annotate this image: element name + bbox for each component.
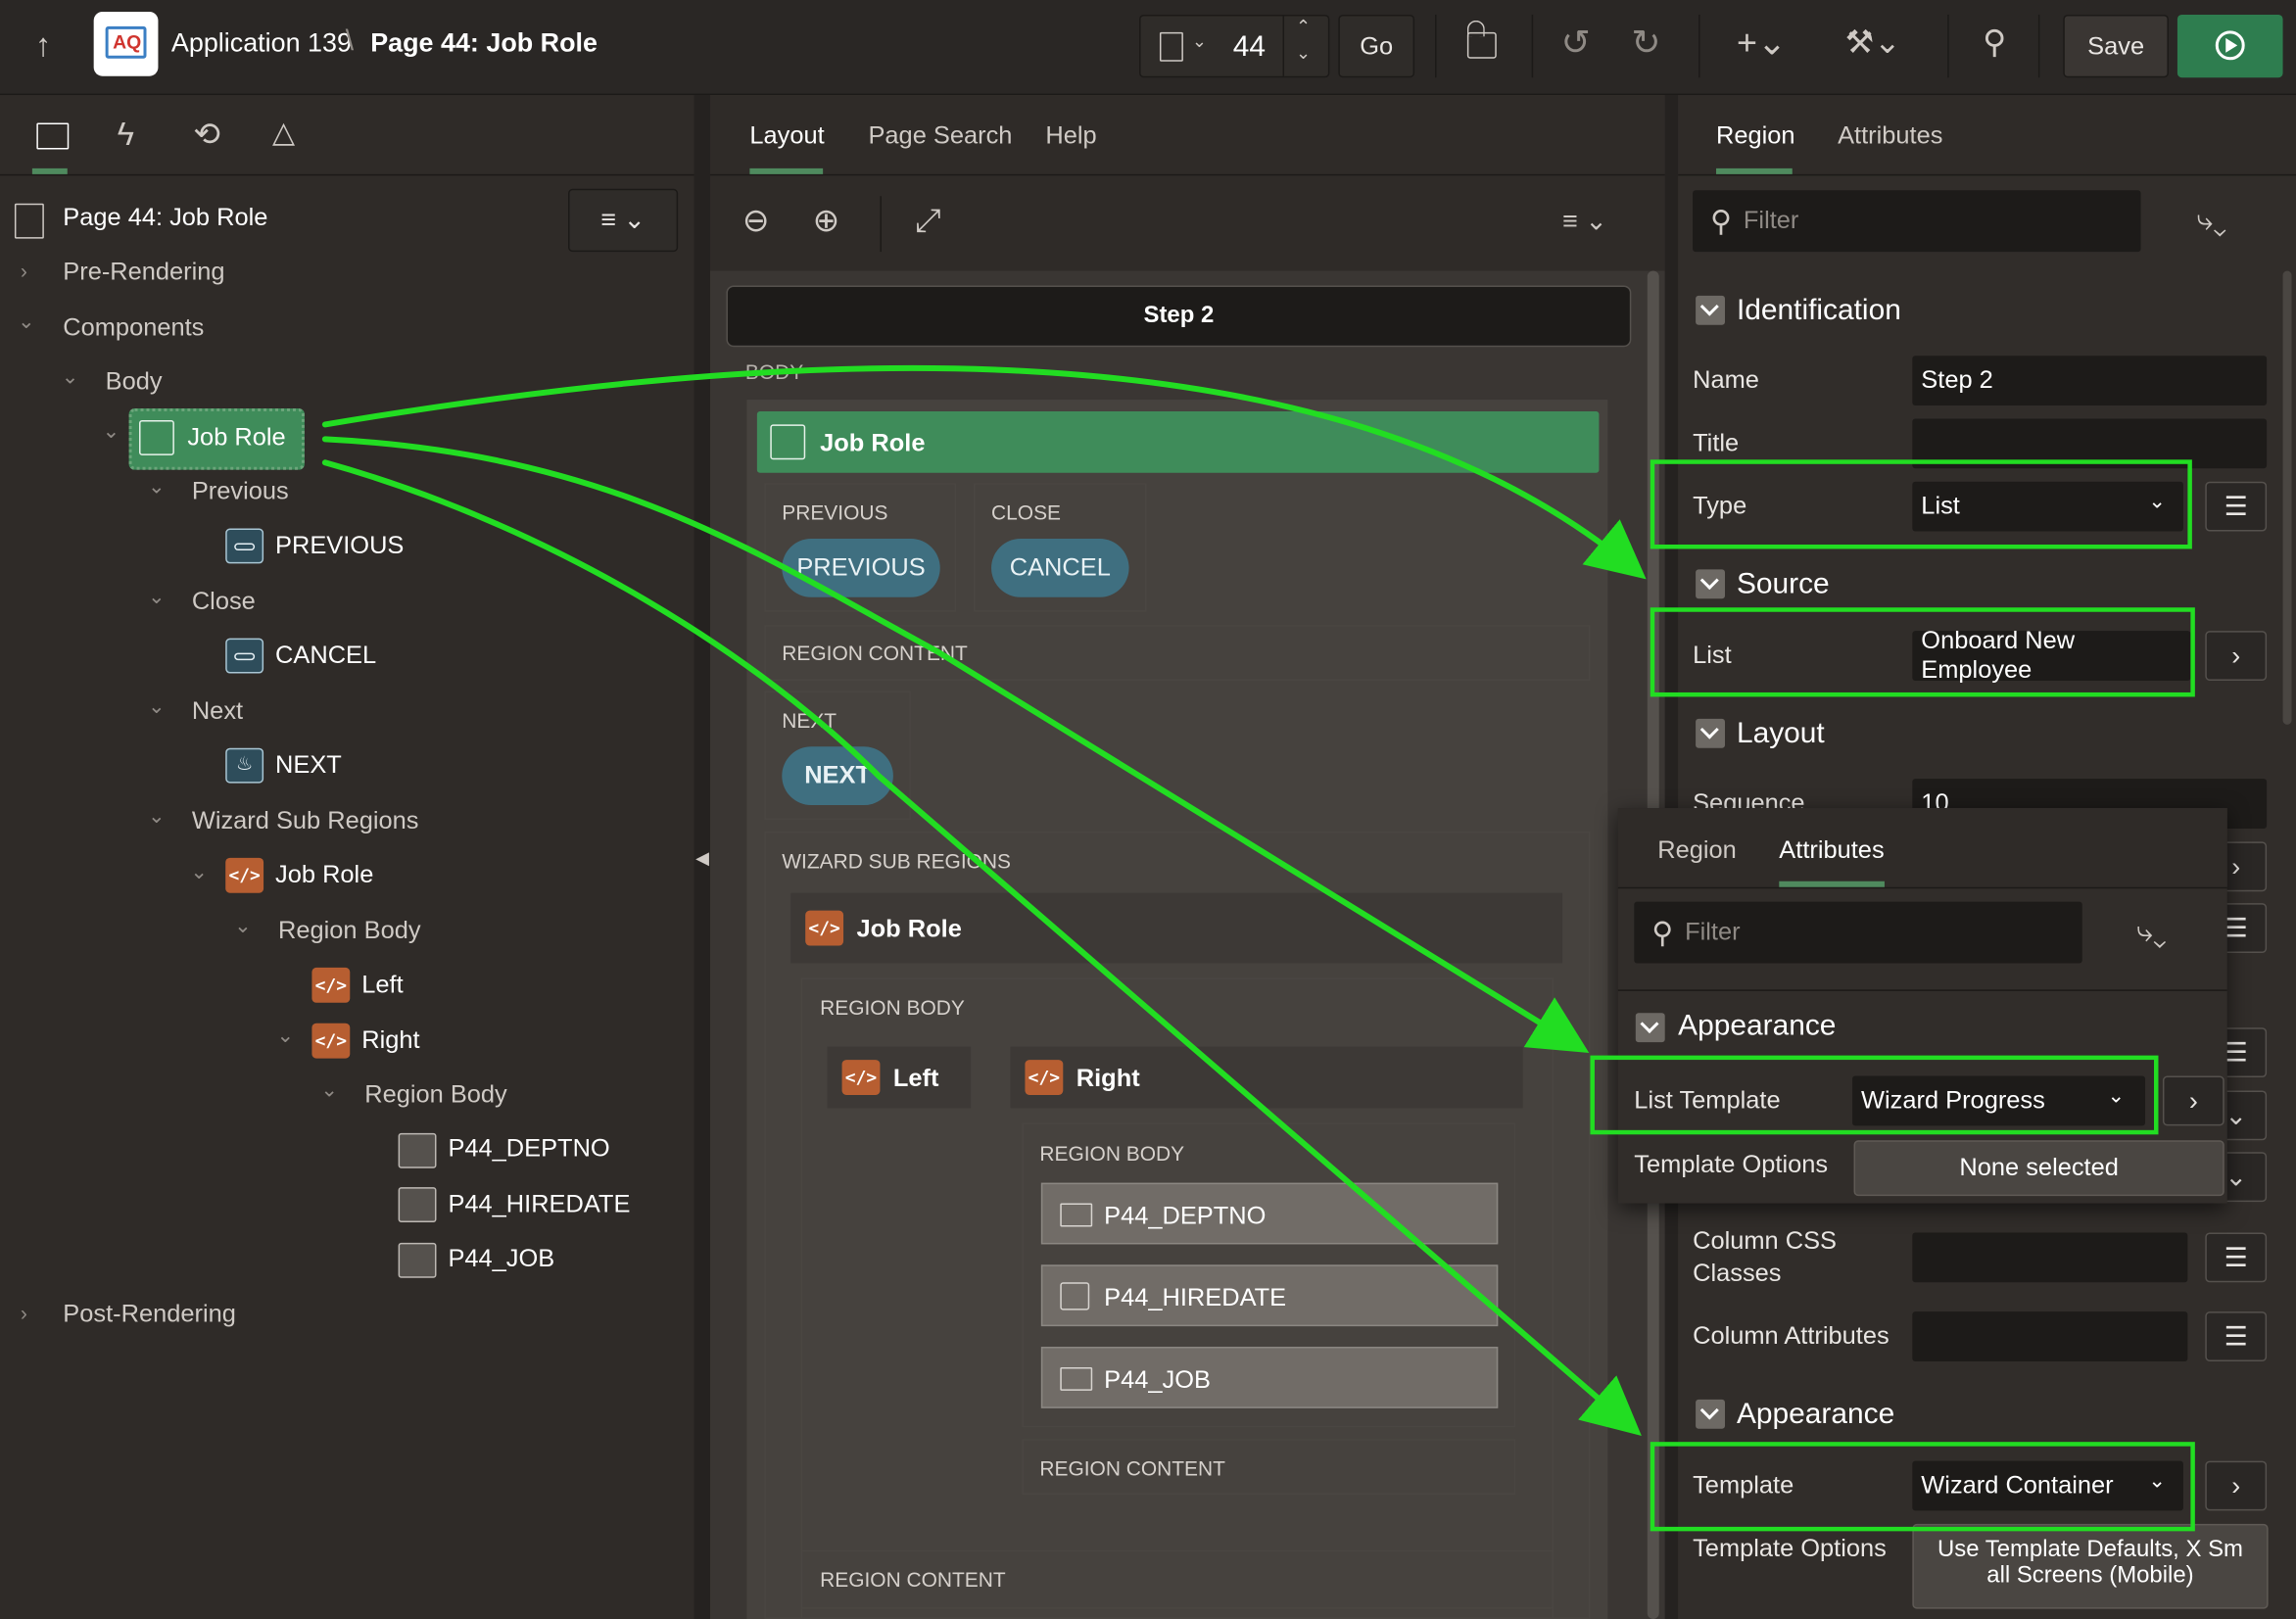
annotation-arrows <box>321 364 1647 1436</box>
arrow-to-region-template <box>321 459 1642 1436</box>
page-designer: ↑ AQ Application 139 \ Page 44: Job Role… <box>0 0 2296 1619</box>
